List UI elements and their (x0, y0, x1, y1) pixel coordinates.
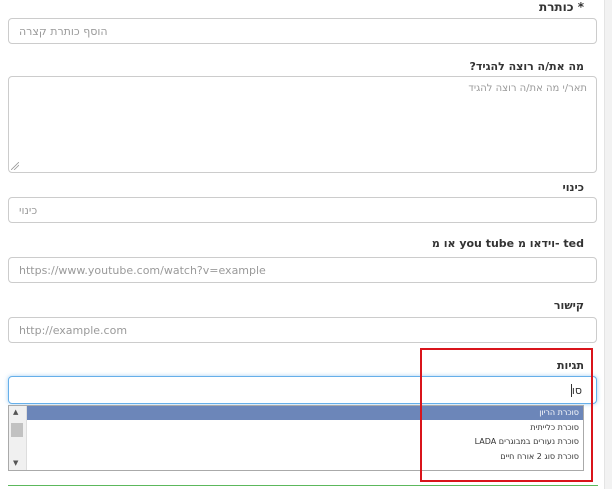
scrollbar-thumb[interactable] (11, 423, 23, 437)
green-divider (8, 485, 598, 486)
message-label: מה את/ה רוצה להגיד? (469, 60, 584, 73)
dropdown-scrollbar[interactable]: ▲ ▼ (9, 406, 27, 470)
page-scrollbar[interactable] (604, 0, 612, 489)
link-input[interactable]: http://example.com (8, 317, 597, 343)
title-input[interactable]: הוסף כותרת קצרה (8, 18, 597, 44)
link-label: קישור (553, 299, 584, 312)
nickname-placeholder: כינוי (19, 203, 38, 217)
title-label: * כותרת (539, 0, 584, 14)
highlight-annotation-box (420, 348, 593, 482)
resize-handle-icon[interactable] (11, 162, 19, 170)
title-placeholder: הוסף כותרת קצרה (19, 24, 108, 38)
nickname-label: כינוי (562, 181, 584, 194)
nickname-input[interactable]: כינוי (8, 197, 597, 223)
video-url-input[interactable]: https://www.youtube.com/watch?v=example (8, 257, 597, 283)
message-textarea[interactable]: תאר/י מה את/ה רוצה להגיד (8, 76, 597, 173)
scroll-down-arrow-icon[interactable]: ▼ (13, 459, 18, 467)
message-placeholder: תאר/י מה את/ה רוצה להגיד (468, 83, 587, 94)
video-placeholder: https://www.youtube.com/watch?v=example (19, 263, 266, 277)
scroll-up-arrow-icon[interactable]: ▲ (13, 408, 18, 416)
video-label: ted -וידאו מ you tube או מ (431, 237, 584, 250)
link-placeholder: http://example.com (19, 323, 128, 337)
